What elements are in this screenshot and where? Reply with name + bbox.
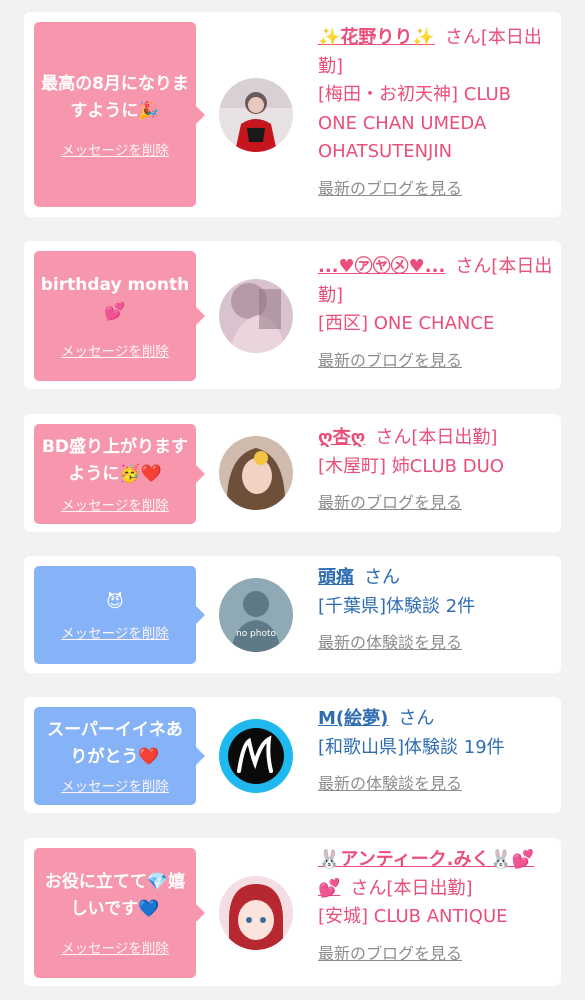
sender-shop: [木屋町] 姉CLUB DUO [318, 455, 504, 477]
message-text: お役に立てて💎嬉しいです💙 [44, 872, 186, 919]
message-bubble: お役に立てて💎嬉しいです💙 メッセージを削除 [34, 848, 205, 978]
list-item: 😈 メッセージを削除 no photo 頭痛 さん [千葉県]体験談 2件 最新の… [24, 556, 561, 673]
sender-status: さん [398, 708, 435, 729]
message-text: 最高の8月になりますように🎉 [41, 73, 189, 121]
message-text: birthday month💕 [40, 275, 190, 322]
sender-info: ✨花野りり✨ さん[本日出勤] [梅田・お初天神] CLUB ONE CHAN U… [318, 24, 554, 203]
message-bubble: birthday month💕 メッセージを削除 [34, 251, 205, 381]
sender-name-link[interactable]: 頭痛 [318, 567, 354, 588]
message-text: 😈 [106, 591, 124, 612]
latest-blog-link[interactable]: 最新のブログを見る [318, 489, 554, 518]
delete-message-link[interactable]: メッセージを削除 [61, 622, 169, 642]
avatar[interactable] [219, 436, 293, 510]
sender-name-link[interactable]: M(絵夢) [318, 708, 388, 729]
sender-reviews: [和歌山県]体験談 19件 [318, 736, 505, 758]
avatar[interactable] [219, 279, 293, 353]
sender-status: さん[本日出勤] [350, 877, 473, 899]
list-item: お役に立てて💎嬉しいです💙 メッセージを削除 🐰アンティーク.みく🐰💕💕 さん[本… [24, 838, 561, 986]
list-item: スーパーイイネありがとう❤️ メッセージを削除 M(絵夢) さん [和歌山県]体験… [24, 697, 561, 813]
delete-message-link[interactable]: メッセージを削除 [61, 340, 169, 360]
avatar[interactable] [219, 78, 293, 152]
list-item: birthday month💕 メッセージを削除 ...♥㋐㋳㋱♥... さん[本… [24, 241, 561, 389]
message-bubble: BD盛り上がりますように🥳❤️ メッセージを削除 [34, 424, 205, 524]
delete-message-link[interactable]: メッセージを削除 [61, 937, 169, 957]
sender-status: さん[本日出勤] [375, 427, 498, 448]
sender-shop: [安城] CLUB ANTIQUE [318, 906, 508, 927]
sender-name-link[interactable]: ✨花野りり✨ [318, 27, 435, 48]
sender-reviews: [千葉県]体験談 2件 [318, 595, 476, 617]
list-item: 最高の8月になりますように🎉 メッセージを削除 ✨花野りり✨ さん[本日出勤] [… [24, 12, 561, 217]
delete-message-link[interactable]: メッセージを削除 [61, 494, 169, 514]
message-bubble: 😈 メッセージを削除 [34, 566, 205, 664]
latest-blog-link[interactable]: 最新のブログを見る [318, 347, 554, 376]
message-text: スーパーイイネありがとう❤️ [47, 720, 183, 767]
latest-review-link[interactable]: 最新の体験談を見る [318, 770, 554, 799]
avatar[interactable] [219, 719, 293, 793]
message-text: BD盛り上がりますように🥳❤️ [41, 437, 189, 484]
sender-info: M(絵夢) さん [和歌山県]体験談 19件 最新の体験談を見る [318, 705, 554, 799]
message-bubble: スーパーイイネありがとう❤️ メッセージを削除 [34, 707, 205, 805]
sender-info: ღ杏ღ さん[本日出勤] [木屋町] 姉CLUB DUO 最新のブログを見る [318, 424, 554, 518]
message-list: 最高の8月になりますように🎉 メッセージを削除 ✨花野りり✨ さん[本日出勤] [… [0, 0, 585, 1000]
sender-info: 頭痛 さん [千葉県]体験談 2件 最新の体験談を見る [318, 564, 554, 658]
message-bubble: 最高の8月になりますように🎉 メッセージを削除 [34, 22, 205, 207]
delete-message-link[interactable]: メッセージを削除 [61, 775, 169, 795]
sender-info: ...♥㋐㋳㋱♥... さん[本日出勤] [西区] ONE CHANCE 最新のブ… [318, 253, 554, 375]
sender-status: さん [364, 567, 400, 588]
sender-shop: [西区] ONE CHANCE [318, 313, 495, 334]
sender-name-link[interactable]: ღ杏ღ [318, 427, 365, 448]
no-photo-label: no photo [236, 629, 277, 639]
latest-review-link[interactable]: 最新の体験談を見る [318, 629, 554, 658]
delete-message-link[interactable]: メッセージを削除 [61, 139, 169, 159]
list-item: BD盛り上がりますように🥳❤️ メッセージを削除 ღ杏ღ さん[本日出勤] [木屋… [24, 414, 561, 532]
sender-name-link[interactable]: ...♥㋐㋳㋱♥... [318, 256, 445, 277]
latest-blog-link[interactable]: 最新のブログを見る [318, 940, 554, 969]
latest-blog-link[interactable]: 最新のブログを見る [318, 175, 554, 204]
sender-shop: [梅田・お初天神] CLUB ONE CHAN UMEDA OHATSUTENJ… [318, 84, 511, 162]
sender-info: 🐰アンティーク.みく🐰💕💕 さん[本日出勤] [安城] CLUB ANTIQUE … [318, 846, 554, 968]
avatar[interactable] [219, 876, 293, 950]
avatar[interactable]: no photo [219, 578, 293, 652]
